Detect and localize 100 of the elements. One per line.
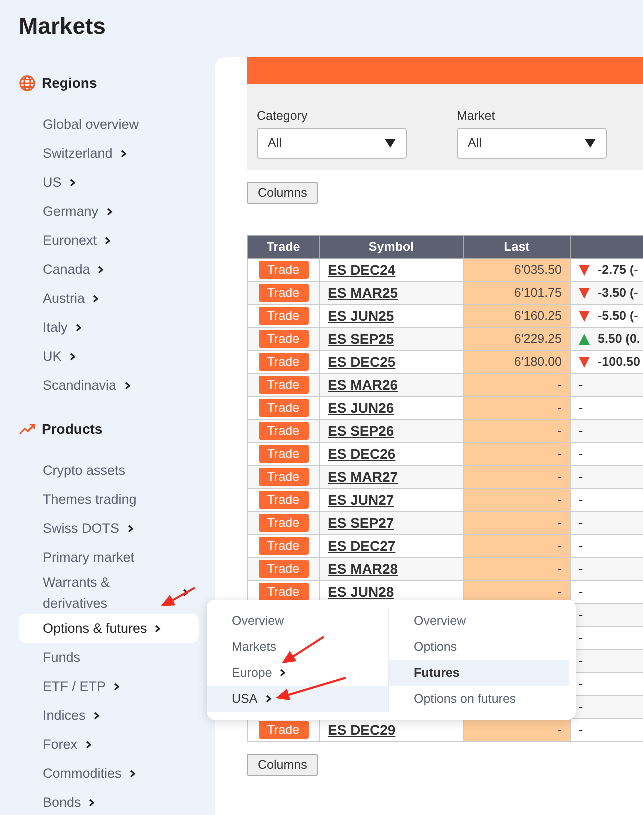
sidebar-item[interactable]: Canada [19,255,199,284]
trade-button[interactable]: Trade [258,376,308,394]
table-cell: 6'229.25 [464,328,570,350]
change-value: - [579,652,584,670]
dropdown-arrow-icon [385,139,396,148]
sidebar-item[interactable]: Swiss DOTS [19,514,199,543]
sidebar-item[interactable]: Scandinavia [19,371,199,400]
column-header: Symbol [320,236,464,258]
trade-button[interactable]: Trade [258,422,308,440]
trade-button[interactable]: Trade [258,491,308,509]
trend-icon [19,423,36,435]
trade-button[interactable]: Trade [258,445,308,463]
down-triangle-icon [579,356,590,368]
menu-item[interactable]: Options [389,634,569,660]
menu-item[interactable]: Options on futures [389,686,569,712]
table-cell: 6'101.75 [464,282,570,304]
select-field[interactable]: All [457,128,607,159]
change-value: - [579,698,584,716]
sidebar-item[interactable]: Warrants & derivatives [19,572,199,614]
sidebar-item[interactable]: Indices [19,701,199,730]
section-heading: Products [42,420,103,438]
sidebar-item[interactable]: Switzerland [19,139,199,168]
sidebar-item[interactable]: Germany [19,197,199,226]
trade-button[interactable]: Trade [258,307,308,325]
table-cell: - [464,534,570,558]
down-triangle-icon [579,310,590,322]
change-value: - [579,422,584,440]
change-value: - [579,560,584,578]
change-value: - [579,376,584,394]
trade-button[interactable]: Trade [258,468,308,486]
field-label: Category [257,108,309,124]
up-triangle-icon [579,334,590,344]
table-cell: - [464,718,570,742]
trade-button[interactable]: Trade [258,514,308,532]
columns-button[interactable]: Columns [247,182,318,204]
sidebar-item[interactable]: Austria [19,284,199,313]
menu-item[interactable]: Markets [207,634,388,660]
change-value: -100.50 [598,354,640,371]
sidebar-item[interactable]: ETF / ETP [19,672,199,701]
change-value: -2.75 (- [598,262,638,279]
annotation-arrow [160,587,196,607]
sidebar-item[interactable]: Primary market [19,543,199,572]
annotation-arrow [282,636,325,664]
trade-button[interactable]: Trade [258,353,308,371]
trade-button[interactable]: Trade [258,399,308,417]
change-value: - [579,492,584,509]
trade-button[interactable]: Trade [258,330,308,348]
down-triangle-icon [579,264,590,276]
table-cell: - [464,558,570,580]
change-value: -5.50 (- [598,308,638,325]
sidebar-item[interactable]: Bonds [19,788,199,815]
table-cell: 6'180.00 [464,350,570,374]
menu-item[interactable]: Europe [207,660,388,686]
trade-button[interactable]: Trade [258,721,308,739]
sidebar-item[interactable]: Forex [19,730,199,759]
change-value: - [579,468,584,486]
sidebar-item[interactable]: Options & futures [19,614,199,643]
column-header: Last [464,236,570,258]
menu-item[interactable]: Overview [389,608,569,634]
column-header: Trade [248,236,320,258]
change-value: - [579,538,584,555]
down-triangle-icon [579,288,590,298]
trade-button[interactable]: Trade [258,583,308,601]
sidebar-item[interactable]: Euronext [19,226,199,255]
dropdown-arrow-icon [585,139,596,148]
sidebar-item[interactable]: Global overview [19,110,199,139]
table-cell: - [464,442,570,466]
sidebar-item[interactable]: Italy [19,313,199,342]
table-cell: - [464,396,570,420]
trade-button[interactable]: Trade [258,284,308,302]
sidebar-item[interactable]: Themes trading [19,485,199,514]
change-value: - [579,584,584,601]
trade-button[interactable]: Trade [258,560,308,578]
change-value: - [579,446,584,463]
change-value: - [579,514,584,532]
select-field[interactable]: All [257,128,407,159]
annotation-arrow [276,677,346,701]
change-value: - [579,630,584,647]
table-cell: 6'035.50 [464,258,570,282]
trade-button[interactable]: Trade [258,261,308,279]
menu-item[interactable]: Overview [207,608,388,634]
sidebar-item[interactable]: UK [19,342,199,371]
sidebar-item[interactable]: Funds [19,643,199,672]
table-cell: - [464,466,570,488]
sidebar-item[interactable]: US [19,168,199,197]
trade-button[interactable]: Trade [258,537,308,555]
menu-item[interactable]: Futures [389,660,569,686]
page-title: Markets [19,12,107,40]
table-cell: - [464,512,570,534]
sidebar-item[interactable]: Commodities [19,759,199,788]
columns-button[interactable]: Columns [247,754,318,776]
field-label: Market [457,108,496,124]
change-value: 5.50 (0. [598,330,640,348]
section-heading: Regions [42,74,98,93]
sidebar-item[interactable]: Crypto assets [19,456,199,485]
table-cell: - [464,374,570,396]
change-value: -3.50 (- [598,284,638,302]
change-value: - [579,606,584,624]
globe-icon [19,74,36,92]
menu-item[interactable]: USA [207,686,388,712]
